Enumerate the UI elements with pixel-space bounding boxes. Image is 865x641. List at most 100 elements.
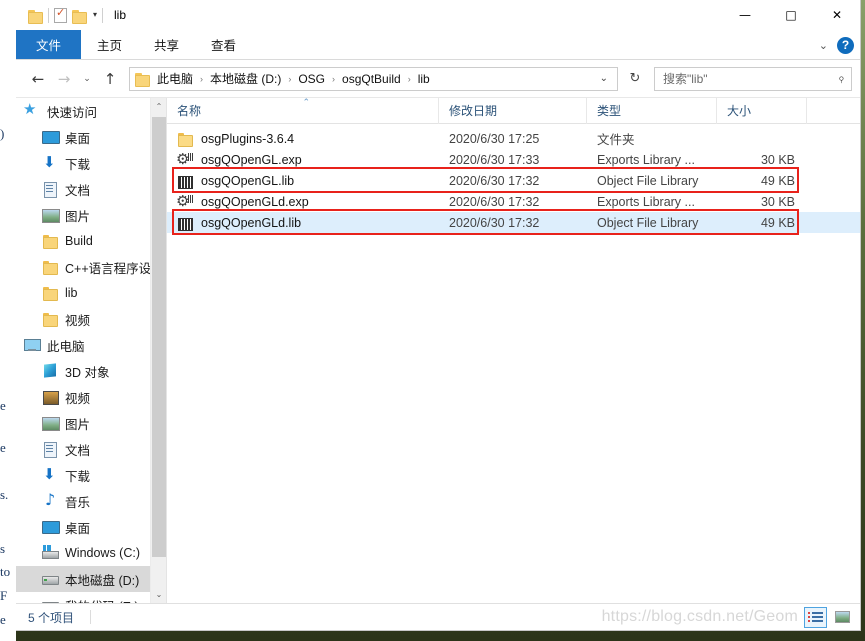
file-rows: osgPlugins-3.6.4 2020/6/30 17:25 文件夹 osgQOp…: [167, 124, 860, 603]
cell-type: Exports Library ...: [597, 152, 695, 167]
tab-file[interactable]: 文件: [16, 30, 82, 59]
cell-name: osgQOpenGL.exp: [167, 152, 439, 168]
scroll-down-icon[interactable]: ⌄: [151, 586, 166, 603]
breadcrumb-item[interactable]: lib: [415, 72, 433, 86]
sidebar-item[interactable]: C++语言程序设: [16, 254, 166, 280]
table-row[interactable]: osgQOpenGLd.exp 2020/6/30 17:32 Exports Li…: [167, 191, 860, 212]
navigation-scrollbar[interactable]: ⌃ ⌄: [150, 98, 166, 603]
scrollbar-thumb[interactable]: [152, 117, 166, 557]
toolbar-divider-2: [102, 7, 104, 23]
documents-icon: [42, 181, 58, 198]
sidebar-item-label: 图片: [65, 417, 91, 432]
minimize-button[interactable]: —: [722, 0, 768, 30]
exports-library-icon: [176, 152, 193, 168]
nav-group-quick-access[interactable]: 快速访问: [16, 98, 166, 124]
new-folder-icon[interactable]: [72, 9, 87, 24]
tab-view[interactable]: 查看: [195, 30, 252, 59]
address-folder-icon: [135, 72, 150, 87]
thumbnails-view-button[interactable]: [831, 607, 854, 628]
close-button[interactable]: ✕: [814, 0, 860, 30]
search-input[interactable]: [663, 71, 839, 86]
sidebar-item[interactable]: 桌面⚲: [16, 124, 166, 150]
quick-access-toolbar: ▾ lib: [16, 0, 126, 30]
table-row[interactable]: osgPlugins-3.6.4 2020/6/30 17:25 文件夹: [167, 128, 860, 149]
sidebar-item-label: 下载: [65, 469, 91, 484]
sidebar-item[interactable]: 桌面: [16, 514, 166, 540]
breadcrumb-item[interactable]: 此电脑: [154, 70, 196, 87]
column-header-date[interactable]: 修改日期: [439, 97, 587, 124]
column-header-type[interactable]: 类型: [587, 97, 717, 124]
breadcrumb-separator-icon: ›: [200, 73, 204, 84]
folder-icon[interactable]: [28, 9, 43, 24]
address-dropdown-caret-icon[interactable]: ⌄: [595, 73, 613, 84]
desktop-icon: [42, 519, 60, 535]
column-header-size-label: 大小: [727, 104, 752, 118]
sidebar-item[interactable]: Build: [16, 228, 166, 254]
address-bar-row: ← → ⌄ ↑ 此电脑 › 本地磁盘 (D:) › OSG › osgQtBuild › lib…: [16, 60, 860, 98]
back-button[interactable]: ←: [26, 66, 50, 92]
column-header-size[interactable]: 大小: [717, 97, 807, 124]
download-icon: [42, 153, 58, 171]
sidebar-item-label: 文档: [65, 443, 91, 458]
sidebar-item[interactable]: 视频: [16, 306, 166, 332]
scroll-up-icon[interactable]: ⌃: [151, 98, 166, 115]
cell-type: Exports Library ...: [597, 194, 695, 209]
sidebar-item-label: 视频: [65, 391, 91, 406]
sidebar-item[interactable]: 3D 对象: [16, 358, 166, 384]
table-row[interactable]: osgQOpenGL.exp 2020/6/30 17:33 Exports Lib…: [167, 149, 860, 170]
this-pc-icon: [24, 337, 41, 353]
chevron-down-icon[interactable]: ⌄: [819, 39, 828, 52]
sidebar-item[interactable]: 文档: [16, 436, 166, 462]
sidebar-item-label: 图片: [65, 209, 91, 224]
thumbnails-view-icon: [835, 611, 850, 623]
sidebar-item-label: 下载: [65, 157, 91, 172]
sidebar-item[interactable]: 图片: [16, 410, 166, 436]
file-name-label: osgQOpenGL.lib: [201, 173, 295, 188]
breadcrumb-separator-icon: ›: [332, 73, 336, 84]
sidebar-item[interactable]: 本地磁盘 (D:): [16, 566, 166, 592]
sidebar-item[interactable]: 我的代码 (E:): [16, 592, 166, 603]
status-divider: [90, 610, 92, 624]
sidebar-item-label: 桌面: [65, 521, 91, 536]
recent-locations-caret-icon[interactable]: ⌄: [78, 66, 96, 92]
forward-button[interactable]: →: [52, 66, 76, 92]
cell-size: 30 KB: [760, 152, 795, 167]
breadcrumb-item[interactable]: OSG: [295, 72, 328, 86]
sidebar-item[interactable]: Windows (C:): [16, 540, 166, 566]
customize-quick-access-caret-icon[interactable]: ▾: [93, 11, 97, 19]
help-icon[interactable]: ?: [837, 36, 854, 54]
breadcrumb-item[interactable]: 本地磁盘 (D:): [207, 70, 284, 87]
properties-icon[interactable]: [54, 6, 67, 23]
cell-type: Object File Library: [597, 173, 699, 188]
view-mode-buttons: [804, 606, 854, 628]
sidebar-item-label: 本地磁盘 (D:): [65, 573, 140, 588]
cell-date: 2020/6/30 17:32: [449, 173, 540, 188]
sidebar-item[interactable]: 音乐: [16, 488, 166, 514]
refresh-button[interactable]: ↻: [622, 67, 648, 91]
column-header-name[interactable]: 名称 ⌃: [167, 97, 439, 124]
drive-icon: [42, 571, 59, 587]
breadcrumb-item[interactable]: osgQtBuild: [339, 72, 404, 86]
sidebar-item[interactable]: 图片⚲: [16, 202, 166, 228]
breadcrumb-separator-icon: ›: [288, 73, 292, 84]
background-text-fragment: e: [0, 398, 6, 413]
sidebar-item[interactable]: lib: [16, 280, 166, 306]
nav-group-this-pc[interactable]: 此电脑: [16, 332, 166, 358]
sidebar-item-label: 文档: [65, 183, 91, 198]
tab-share[interactable]: 共享: [138, 30, 195, 59]
sidebar-item[interactable]: 文档⚲: [16, 176, 166, 202]
cell-size: 30 KB: [760, 194, 795, 209]
search-box[interactable]: ⌕: [654, 66, 852, 91]
table-row[interactable]: osgQOpenGLd.lib 2020/6/30 17:32 Object Fil…: [167, 212, 860, 233]
maximize-button[interactable]: □: [768, 0, 814, 30]
details-view-button[interactable]: [804, 606, 827, 628]
table-row[interactable]: osgQOpenGL.lib 2020/6/30 17:32 Object File…: [167, 170, 860, 191]
sidebar-item[interactable]: 下载⚲: [16, 150, 166, 176]
background-text-fragment: to: [0, 564, 11, 579]
sidebar-item[interactable]: 视频: [16, 384, 166, 410]
tab-home[interactable]: 主页: [81, 30, 138, 59]
column-header-name-label: 名称: [177, 104, 202, 118]
up-button[interactable]: ↑: [98, 66, 122, 92]
address-bar[interactable]: 此电脑 › 本地磁盘 (D:) › OSG › osgQtBuild › lib ⌄: [129, 66, 618, 91]
sidebar-item[interactable]: 下载: [16, 462, 166, 488]
